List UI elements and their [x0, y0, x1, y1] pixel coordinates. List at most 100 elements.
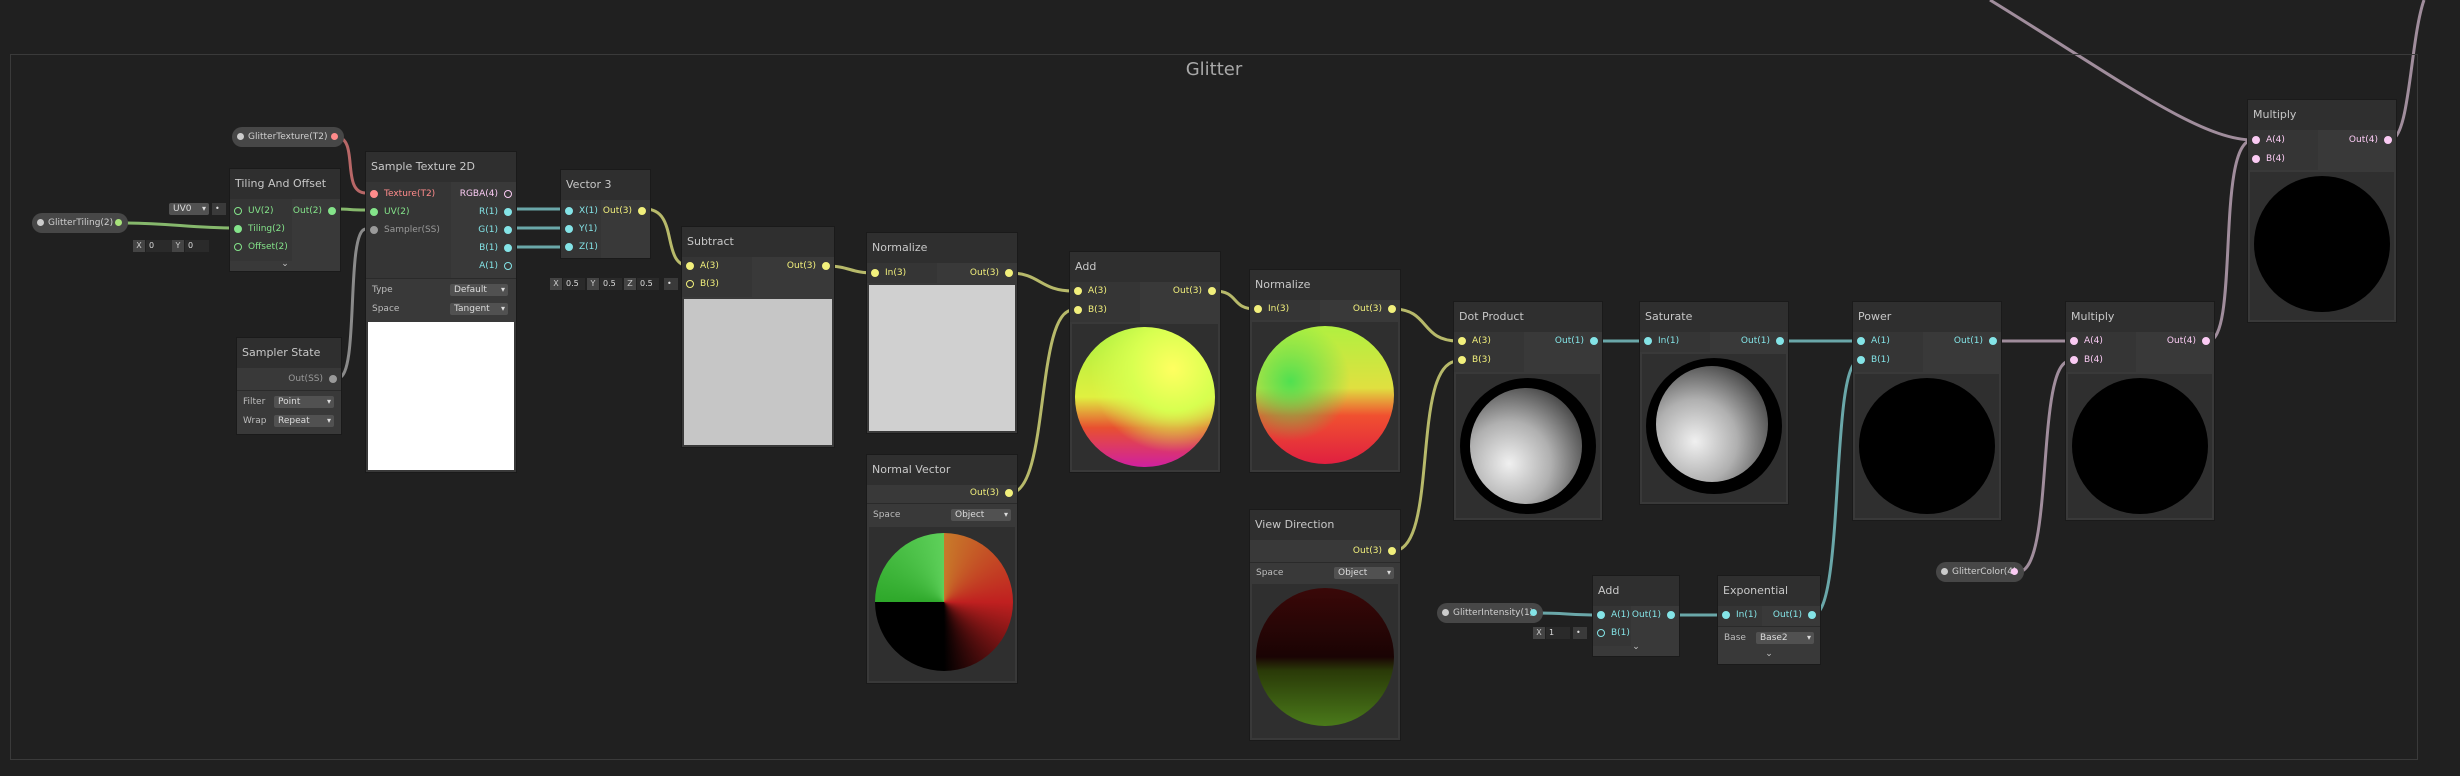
b-input-port[interactable]: B(1) — [1597, 626, 1630, 640]
output-port[interactable] — [115, 219, 122, 226]
in-port[interactable]: In(1) — [1644, 334, 1679, 348]
filter-dropdown[interactable]: Point ▾ — [274, 396, 334, 408]
out-port[interactable]: Out(3) — [787, 259, 830, 273]
collapse-chevron-icon[interactable]: ⌄ — [230, 259, 340, 269]
multiply-node-1[interactable]: Multiply A(4) B(4) Out(4) — [2066, 302, 2214, 520]
glitter-texture-property[interactable]: GlitterTexture(T2) — [232, 127, 344, 147]
offset-y-field[interactable]: Y0 — [172, 240, 216, 252]
a-input-port[interactable]: A(1) — [1857, 334, 1890, 348]
tiling-input-port[interactable]: Tiling(2) — [234, 222, 285, 236]
b-input-port[interactable]: B(1) — [1857, 353, 1890, 367]
property-icon — [1442, 609, 1449, 616]
space-dropdown[interactable]: Object ▾ — [1334, 567, 1394, 579]
in-port[interactable]: In(3) — [1254, 302, 1289, 316]
uv-channel-dropdown[interactable]: UV0 ▾ — [169, 203, 209, 215]
uv-input-port[interactable]: UV(2) — [370, 205, 410, 219]
multiply-node-2[interactable]: Multiply A(4) B(4) Out(4) — [2248, 100, 2396, 322]
node-title: Multiply — [2248, 100, 2396, 130]
out-port[interactable]: Out(3) — [1353, 302, 1396, 316]
type-dropdown[interactable]: Default ▾ — [450, 284, 508, 296]
sub-b-x-field[interactable]: X 0.5 — [550, 278, 586, 290]
node-title: Multiply — [2066, 302, 2214, 332]
sub-b-y-field[interactable]: Y 0.5 — [587, 278, 623, 290]
space-dropdown[interactable]: Object ▾ — [951, 509, 1011, 521]
uv-input-port[interactable]: UV(2) — [234, 204, 274, 218]
b-input-port[interactable]: B(4) — [2070, 353, 2103, 367]
subtract-node[interactable]: Subtract A(3) B(3) Out(3) — [682, 227, 834, 447]
texture-input-port[interactable]: Texture(T2) — [370, 187, 435, 201]
node-title: Normalize — [1250, 270, 1400, 300]
a-input-port[interactable]: A(4) — [2070, 334, 2103, 348]
out-port[interactable]: Out(4) — [2167, 334, 2210, 348]
dot-product-preview — [1456, 374, 1600, 518]
output-port[interactable] — [2011, 568, 2018, 575]
b-input-port[interactable]: B(3) — [686, 277, 719, 291]
b-input-port[interactable]: B(3) — [1074, 303, 1107, 317]
base-dropdown[interactable]: Base2 ▾ — [1756, 632, 1814, 644]
tiling-and-offset-node[interactable]: Tiling And Offset UV(2) Tiling(2) Offset… — [230, 169, 340, 271]
sample-texture-2d-node[interactable]: Sample Texture 2D Texture(T2) UV(2) Samp… — [366, 152, 516, 472]
space-dropdown[interactable]: Tangent ▾ — [450, 303, 508, 315]
a-input-port[interactable]: A(3) — [1458, 334, 1491, 348]
add-node-1[interactable]: Add A(3) B(3) Out(3) — [1070, 252, 1220, 472]
out-port[interactable]: Out(1) — [1773, 608, 1816, 622]
b-input-port[interactable]: B(3) — [1458, 353, 1491, 367]
glitter-tiling-property[interactable]: GlitterTiling(2) — [32, 213, 128, 233]
out-port[interactable]: Out(1) — [1954, 334, 1997, 348]
glitter-intensity-property[interactable]: GlitterIntensity(1) — [1437, 603, 1543, 623]
rgba-out-port[interactable]: RGBA(4) — [460, 187, 512, 201]
collapse-chevron-icon[interactable]: ⌄ — [1593, 642, 1679, 652]
glitter-color-property[interactable]: GlitterColor(4) — [1936, 562, 2024, 582]
r-out-port[interactable]: R(1) — [479, 205, 512, 219]
dot-product-node[interactable]: Dot Product A(3) B(3) Out(1) — [1454, 302, 1602, 520]
g-out-port[interactable]: G(1) — [478, 223, 512, 237]
a-input-port[interactable]: A(1) — [1597, 608, 1630, 622]
view-direction-node[interactable]: View Direction Out(3) Space Object ▾ — [1250, 510, 1400, 740]
y-input-port[interactable]: Y(1) — [565, 222, 597, 236]
offset-input-port[interactable]: Offset(2) — [234, 240, 288, 254]
node-title: Sample Texture 2D — [366, 152, 516, 182]
saturate-node[interactable]: Saturate In(1) Out(1) — [1640, 302, 1788, 504]
normalize-preview — [1252, 322, 1398, 470]
out-port[interactable]: Out(3) — [603, 204, 646, 218]
normal-vector-node[interactable]: Normal Vector Out(3) Space Object ▾ — [867, 455, 1017, 683]
a-out-port[interactable]: A(1) — [479, 259, 512, 273]
out-ss-port[interactable]: Out(SS) — [288, 372, 337, 386]
out-port[interactable]: Out(1) — [1632, 608, 1675, 622]
add-node-2[interactable]: Add A(1) B(1) Out(1) ⌄ — [1593, 576, 1679, 656]
a-input-port[interactable]: A(3) — [686, 259, 719, 273]
power-node[interactable]: Power A(1) B(1) Out(1) — [1853, 302, 2001, 520]
offset-x-field[interactable]: X0 — [133, 240, 177, 252]
out-port[interactable]: Out(2) — [293, 204, 336, 218]
z-input-port[interactable]: Z(1) — [565, 240, 598, 254]
a-input-port[interactable]: A(4) — [2252, 133, 2285, 147]
a-input-port[interactable]: A(3) — [1074, 284, 1107, 298]
in-port[interactable]: In(1) — [1722, 608, 1757, 622]
vector3-node[interactable]: Vector 3 X(1) Y(1) Z(1) Out(3) — [561, 170, 650, 258]
out-port[interactable]: Out(3) — [1353, 544, 1396, 558]
type-label: Type — [372, 285, 393, 295]
out-port[interactable]: Out(3) — [970, 486, 1013, 500]
normalize-node-1[interactable]: Normalize In(3) Out(3) — [867, 233, 1017, 433]
out-port[interactable]: Out(3) — [1173, 284, 1216, 298]
output-port[interactable] — [1530, 609, 1537, 616]
in-port[interactable]: In(3) — [871, 266, 906, 280]
space-label: Space — [372, 304, 400, 314]
output-port[interactable] — [331, 133, 338, 140]
node-title: Exponential — [1718, 576, 1820, 606]
x-input-port[interactable]: X(1) — [565, 204, 598, 218]
out-port[interactable]: Out(1) — [1555, 334, 1598, 348]
out-port[interactable]: Out(3) — [970, 266, 1013, 280]
collapse-chevron-icon[interactable]: ⌄ — [1718, 649, 1820, 659]
exponential-node[interactable]: Exponential In(1) Out(1) Base Base2 ▾ ⌄ — [1718, 576, 1820, 664]
sub-b-z-field[interactable]: Z 0.5 — [624, 278, 660, 290]
sampler-state-node[interactable]: Sampler State Out(SS) Filter Point ▾ Wrap… — [237, 338, 341, 434]
wrap-dropdown[interactable]: Repeat ▾ — [274, 415, 334, 427]
b-input-port[interactable]: B(4) — [2252, 152, 2285, 166]
out-port[interactable]: Out(1) — [1741, 334, 1784, 348]
add-b-x-field[interactable]: X1 — [1533, 627, 1571, 639]
out-port[interactable]: Out(4) — [2349, 133, 2392, 147]
b-out-port[interactable]: B(1) — [479, 241, 512, 255]
normalize-node-2[interactable]: Normalize In(3) Out(3) — [1250, 270, 1400, 472]
sampler-input-port[interactable]: Sampler(SS) — [370, 223, 440, 237]
